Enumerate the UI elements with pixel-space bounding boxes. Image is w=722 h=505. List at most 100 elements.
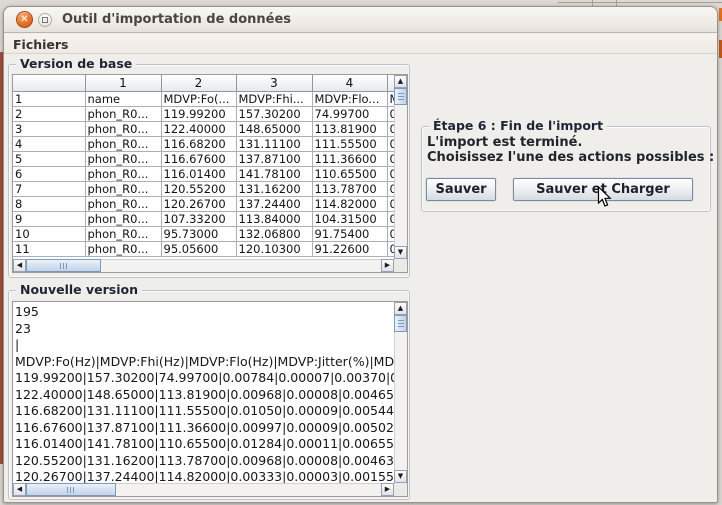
table-cell[interactable]: 114.82000	[312, 196, 387, 211]
table-row[interactable]: 11phon_R0...95.05600120.1030091.226000	[13, 241, 394, 256]
table-cell[interactable]: 116.01400	[161, 166, 236, 181]
table-row[interactable]: 10phon_R0...95.73000132.0680091.754000	[13, 226, 394, 241]
table-cell[interactable]: 0	[387, 166, 394, 181]
table-cell[interactable]: 113.81900	[312, 121, 387, 136]
maximize-button[interactable]	[38, 13, 52, 27]
table-row[interactable]: 9phon_R0...107.33200113.84000104.315000	[13, 211, 394, 226]
column-header[interactable]	[13, 75, 85, 91]
horizontal-scrollbar-thumb[interactable]	[26, 259, 101, 272]
table-cell[interactable]: 95.73000	[161, 226, 236, 241]
column-header[interactable]: 4	[312, 75, 387, 91]
table-cell[interactable]: 104.31500	[312, 211, 387, 226]
titlebar[interactable]: ✕ Outil d'importation de données	[4, 7, 717, 33]
table-cell[interactable]: 0	[387, 181, 394, 196]
row-number-cell[interactable]: 5	[13, 151, 85, 166]
save-button[interactable]: Sauver	[426, 178, 496, 201]
scroll-right-icon[interactable]: ▶	[381, 483, 394, 496]
row-number-cell[interactable]: 8	[13, 196, 85, 211]
table-cell[interactable]: 157.30200	[236, 106, 312, 121]
table-row[interactable]: 2phon_R0...119.99200157.3020074.997000	[13, 106, 394, 121]
table-cell[interactable]: 0	[387, 241, 394, 256]
table-cell[interactable]: 0	[387, 196, 394, 211]
table-cell[interactable]: 116.68200	[161, 136, 236, 151]
table-cell[interactable]: 0	[387, 151, 394, 166]
table-row[interactable]: 3phon_R0...122.40000148.65000113.819000	[13, 121, 394, 136]
scroll-left-icon[interactable]: ◀	[13, 483, 26, 496]
row-number-cell[interactable]: 1	[13, 91, 85, 106]
row-number-cell[interactable]: 3	[13, 121, 85, 136]
new-version-textarea[interactable]: 19523|MDVP:Fo(Hz)|MDVP:Fhi(Hz)|MDVP:Flo(…	[13, 302, 394, 483]
table-cell[interactable]: MDVP:Fo(...	[161, 91, 236, 106]
table-cell[interactable]: 122.40000	[161, 121, 236, 136]
table-row[interactable]: 4phon_R0...116.68200131.11100111.555000	[13, 136, 394, 151]
scroll-left-icon[interactable]: ◀	[13, 259, 26, 272]
table-cell[interactable]: 131.11100	[236, 136, 312, 151]
table-cell[interactable]: 113.78700	[312, 181, 387, 196]
table-cell[interactable]: phon_R0...	[85, 241, 161, 256]
table-cell[interactable]: 74.99700	[312, 106, 387, 121]
close-button[interactable]: ✕	[16, 11, 33, 28]
table-row[interactable]: 6phon_R0...116.01400141.78100110.655000	[13, 166, 394, 181]
table-cell[interactable]: MDVP:Flo...	[312, 91, 387, 106]
base-version-table[interactable]: 12341nameMDVP:Fo(...MDVP:Fhi...MDVP:Flo.…	[13, 75, 394, 257]
row-number-cell[interactable]: 11	[13, 241, 85, 256]
scroll-up-icon[interactable]: ▲	[394, 302, 407, 315]
column-header[interactable]	[387, 75, 394, 91]
table-cell[interactable]: 148.65000	[236, 121, 312, 136]
horizontal-scrollbar[interactable]: ◀ ▶	[13, 483, 394, 496]
table-cell[interactable]: phon_R0...	[85, 121, 161, 136]
table-row[interactable]: 8phon_R0...120.26700137.24400114.820000	[13, 196, 394, 211]
table-cell[interactable]: 116.67600	[161, 151, 236, 166]
table-cell[interactable]: 120.55200	[161, 181, 236, 196]
row-number-cell[interactable]: 2	[13, 106, 85, 121]
table-cell[interactable]: 131.16200	[236, 181, 312, 196]
scroll-down-icon[interactable]: ▼	[394, 246, 407, 259]
table-cell[interactable]: phon_R0...	[85, 166, 161, 181]
row-number-cell[interactable]: 7	[13, 181, 85, 196]
vertical-scrollbar[interactable]: ▲ ▼	[394, 75, 407, 259]
scroll-down-icon[interactable]: ▼	[394, 470, 407, 483]
horizontal-scrollbar[interactable]: ◀ ▶	[13, 259, 394, 272]
table-cell[interactable]: phon_R0...	[85, 136, 161, 151]
table-cell[interactable]: 110.65500	[312, 166, 387, 181]
table-cell[interactable]: 0	[387, 226, 394, 241]
save-and-load-button[interactable]: Sauver et Charger	[513, 178, 693, 201]
table-cell[interactable]: 137.24400	[236, 196, 312, 211]
table-cell[interactable]: 91.75400	[312, 226, 387, 241]
table-cell[interactable]: 113.84000	[236, 211, 312, 226]
column-header[interactable]: 2	[161, 75, 236, 91]
row-number-cell[interactable]: 10	[13, 226, 85, 241]
table-cell[interactable]: 119.99200	[161, 106, 236, 121]
horizontal-scrollbar-thumb[interactable]	[26, 483, 116, 496]
table-row[interactable]: 5phon_R0...116.67600137.87100111.366000	[13, 151, 394, 166]
vertical-scrollbar[interactable]: ▲ ▼	[394, 302, 407, 483]
row-number-cell[interactable]: 4	[13, 136, 85, 151]
table-cell[interactable]: 141.78100	[236, 166, 312, 181]
table-row[interactable]: 7phon_R0...120.55200131.16200113.787000	[13, 181, 394, 196]
row-number-cell[interactable]: 9	[13, 211, 85, 226]
vertical-scrollbar-thumb[interactable]	[394, 88, 407, 105]
menu-item-fichiers[interactable]: Fichiers	[4, 35, 78, 55]
vertical-scrollbar-thumb[interactable]	[394, 315, 407, 332]
table-cell[interactable]: phon_R0...	[85, 151, 161, 166]
column-header[interactable]: 1	[85, 75, 161, 91]
row-number-cell[interactable]: 6	[13, 166, 85, 181]
table-cell[interactable]: phon_R0...	[85, 211, 161, 226]
table-cell[interactable]: 95.05600	[161, 241, 236, 256]
table-cell[interactable]: 132.06800	[236, 226, 312, 241]
scroll-right-icon[interactable]: ▶	[381, 259, 394, 272]
table-cell[interactable]: 111.36600	[312, 151, 387, 166]
table-cell[interactable]: 111.55500	[312, 136, 387, 151]
table-cell[interactable]: M	[387, 91, 394, 106]
table-cell[interactable]: phon_R0...	[85, 226, 161, 241]
table-cell[interactable]: phon_R0...	[85, 106, 161, 121]
table-cell[interactable]: 0	[387, 106, 394, 121]
table-cell[interactable]: phon_R0...	[85, 196, 161, 211]
table-cell[interactable]: 120.10300	[236, 241, 312, 256]
table-cell[interactable]: 91.22600	[312, 241, 387, 256]
table-row[interactable]: 1nameMDVP:Fo(...MDVP:Fhi...MDVP:Flo...M	[13, 91, 394, 106]
table-cell[interactable]: 0	[387, 211, 394, 226]
table-cell[interactable]: 107.33200	[161, 211, 236, 226]
column-header[interactable]: 3	[236, 75, 312, 91]
table-cell[interactable]: 0	[387, 136, 394, 151]
